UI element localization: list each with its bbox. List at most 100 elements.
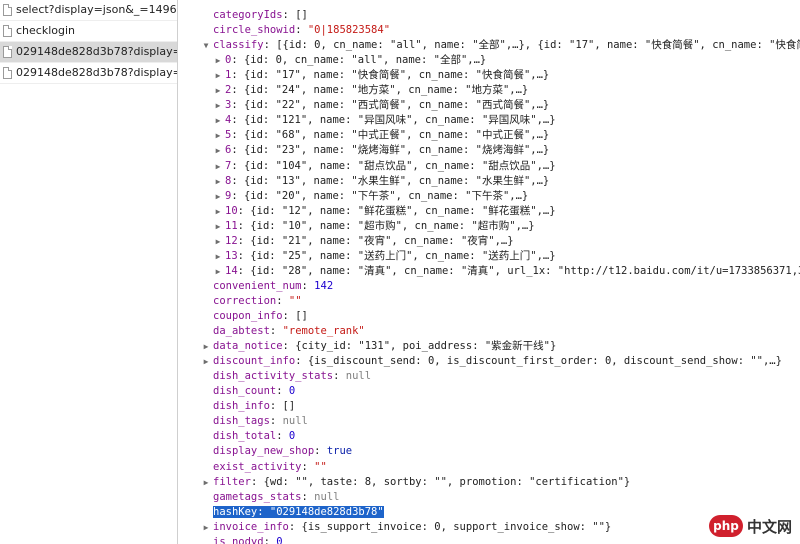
collapse-triangle-icon[interactable]: ▶ — [202, 475, 210, 490]
collapse-triangle-icon[interactable]: ▶ — [214, 98, 222, 113]
json-line[interactable]: ▼ classify: [{id: 0, cn_name: "all", name… — [178, 38, 800, 53]
json-line[interactable]: ▶ 14: {id: "28", name: "清真", cn_name: "清真… — [178, 264, 800, 279]
request-item[interactable]: 029148de828d3b78?display=json... — [0, 63, 177, 84]
json-line[interactable]: ▶ 5: {id: "68", name: "中式正餐", cn_name: "中… — [178, 128, 800, 143]
json-line-content: classify: [{id: 0, cn_name: "all", name:… — [213, 38, 800, 53]
collapse-triangle-icon[interactable]: ▶ — [214, 143, 222, 158]
json-value: : — [301, 490, 315, 503]
json-line-content: 7: {id: "104", name: "甜点饮品", cn_name: "甜… — [225, 159, 556, 174]
json-value: 142 — [314, 279, 334, 292]
json-line-content: 13: {id: "25", name: "送药上门", cn_name: "送… — [225, 249, 556, 264]
json-line-content: 0: {id: 0, cn_name: "all", name: "全部",…} — [225, 53, 486, 68]
collapse-triangle-icon[interactable]: ▶ — [202, 354, 210, 369]
collapse-triangle-icon[interactable]: ▶ — [214, 264, 222, 279]
json-key: display_new_shop — [213, 445, 315, 458]
json-key: categoryIds — [213, 9, 283, 21]
collapse-triangle-icon[interactable]: ▶ — [214, 83, 222, 98]
json-line-content: exist_activity: "" — [213, 460, 327, 475]
json-line[interactable]: ▶ 0: {id: 0, cn_name: "all", name: "全部",…… — [178, 53, 800, 68]
json-value: : {id: "17", name: "快食简餐", cn_name: "快食简… — [231, 69, 550, 82]
json-value: : {id: "28", name: "清真", cn_name: "清真", … — [237, 264, 800, 277]
json-value: : — [333, 370, 346, 383]
collapse-triangle-icon[interactable]: ▶ — [214, 189, 222, 204]
collapse-triangle-icon[interactable]: ▶ — [214, 159, 222, 174]
json-value: null — [282, 415, 308, 428]
json-line[interactable]: ▶ 1: {id: "17", name: "快食简餐", cn_name: "快… — [178, 68, 800, 83]
json-key: gametags_stats — [213, 490, 302, 503]
collapse-triangle-icon[interactable]: ▶ — [214, 68, 222, 83]
json-line-content: gametags_stats: null — [213, 490, 339, 505]
expand-triangle-icon[interactable]: ▼ — [202, 38, 210, 53]
json-value: : {id: "10", name: "超市购", cn_name: "超市购"… — [237, 219, 535, 232]
network-request-list: select?display=json&_=1496883... checklog… — [0, 0, 178, 544]
request-item[interactable]: select?display=json&_=1496883... — [0, 0, 177, 21]
request-label: 029148de828d3b78?display=json... — [16, 45, 177, 58]
json-line[interactable]: ▶ 12: {id: "21", name: "夜宵", cn_name: "夜宵… — [178, 234, 800, 249]
collapse-triangle-icon[interactable]: ▶ — [202, 520, 210, 535]
json-line: gametags_stats: null — [178, 490, 800, 505]
json-line[interactable]: ▶ 9: {id: "20", name: "下午茶", cn_name: "下午… — [178, 189, 800, 204]
collapse-triangle-icon[interactable]: ▶ — [214, 128, 222, 143]
json-value: : {id: 0, cn_name: "all", name: "全部",…} — [231, 54, 487, 67]
json-value: : — [269, 325, 283, 338]
json-line[interactable]: ▶ 6: {id: "23", name: "烧烤海鲜", cn_name: "烧… — [178, 143, 800, 158]
json-key: 13 — [225, 249, 238, 262]
json-line-content: dish_total: 0 — [213, 429, 295, 444]
json-value: : — [301, 460, 315, 473]
json-line[interactable]: ▶ 7: {id: "104", name: "甜点饮品", cn_name: "… — [178, 159, 800, 174]
json-line-content: 12: {id: "21", name: "夜宵", cn_name: "夜宵"… — [225, 234, 514, 249]
json-line[interactable]: ▶ invoice_info: {is_support_invoice: 0, s… — [178, 520, 800, 535]
json-line-content: 9: {id: "20", name: "下午茶", cn_name: "下午茶… — [225, 189, 528, 204]
json-line-content: circle_showid: "0|185823584" — [213, 23, 390, 38]
json-line: is_nodyd: 0 — [178, 535, 800, 544]
collapse-triangle-icon[interactable]: ▶ — [214, 53, 222, 68]
json-line[interactable]: ▶ data_notice: {city_id: "131", poi_addre… — [178, 339, 800, 354]
collapse-triangle-icon[interactable]: ▶ — [214, 174, 222, 189]
json-key: correction — [213, 294, 277, 307]
json-line[interactable]: ▶ 10: {id: "12", name: "鲜花蛋糕", cn_name: "… — [178, 204, 800, 219]
json-line: dish_total: 0 — [178, 429, 800, 444]
json-line[interactable]: ▶ discount_info: {is_discount_send: 0, is… — [178, 354, 800, 369]
json-key: dish_tags — [213, 415, 270, 428]
json-line[interactable]: ▶ filter: {wd: "", taste: 8, sortby: "", … — [178, 475, 800, 490]
json-key: dish_count — [213, 385, 277, 398]
json-key: 11 — [225, 219, 238, 232]
json-value: : [] — [269, 400, 296, 413]
json-key: dish_info — [213, 400, 270, 413]
json-value: "remote_rank" — [282, 325, 365, 338]
collapse-triangle-icon[interactable]: ▶ — [214, 204, 222, 219]
json-value: 0 — [276, 535, 283, 544]
json-value: : — [276, 294, 289, 307]
json-line-content: correction: "" — [213, 294, 302, 309]
json-value: "" — [314, 460, 327, 473]
json-value: null — [345, 370, 372, 383]
json-line[interactable]: ▶ 11: {id: "10", name: "超市购", cn_name: "超… — [178, 219, 800, 234]
json-key: coupon_info — [213, 310, 283, 322]
json-line-content: discount_info: {is_discount_send: 0, is_… — [213, 354, 782, 369]
collapse-triangle-icon[interactable]: ▶ — [214, 219, 222, 234]
request-item[interactable]: 029148de828d3b78?display=json... — [0, 42, 177, 63]
json-value: : {id: "68", name: "中式正餐", cn_name: "中式正… — [231, 129, 550, 142]
json-key: filter — [213, 475, 251, 488]
json-line[interactable]: ▶ 4: {id: "121", name: "异国风味", cn_name: "… — [178, 113, 800, 128]
json-line[interactable]: ▶ 13: {id: "25", name: "送药上门", cn_name: "… — [178, 249, 800, 264]
json-line-content: dish_tags: null — [213, 414, 308, 429]
json-key: is_nodyd — [213, 535, 264, 544]
json-line: categoryIds: [] — [178, 8, 800, 23]
collapse-triangle-icon[interactable]: ▶ — [202, 339, 210, 354]
json-line-content: display_new_shop: true — [213, 444, 352, 459]
json-line[interactable]: ▶ 2: {id: "24", name: "地方菜", cn_name: "地方… — [178, 83, 800, 98]
request-item[interactable]: checklogin — [0, 21, 177, 42]
collapse-triangle-icon[interactable]: ▶ — [214, 113, 222, 128]
json-line[interactable]: ▶ 3: {id: "22", name: "西式简餐", cn_name: "西… — [178, 98, 800, 113]
json-value: 0 — [288, 385, 296, 398]
json-line[interactable]: ▶ 8: {id: "13", name: "水果生鲜", cn_name: "水… — [178, 174, 800, 189]
json-line: dish_tags: null — [178, 414, 800, 429]
json-line-content: 4: {id: "121", name: "异国风味", cn_name: "异… — [225, 113, 556, 128]
collapse-triangle-icon[interactable]: ▶ — [214, 249, 222, 264]
collapse-triangle-icon[interactable]: ▶ — [214, 234, 222, 249]
file-icon — [3, 46, 12, 58]
json-line-content: 3: {id: "22", name: "西式简餐", cn_name: "西式… — [225, 98, 549, 113]
json-line: da_abtest: "remote_rank" — [178, 324, 800, 339]
json-value: : — [276, 430, 289, 443]
